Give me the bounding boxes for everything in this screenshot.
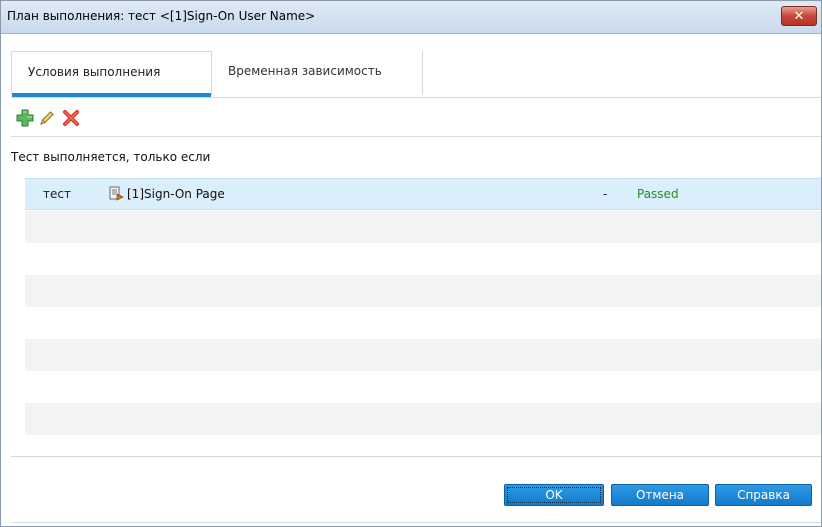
footer-divider	[11, 456, 821, 457]
add-condition-button[interactable]	[15, 108, 35, 128]
condition-row[interactable]: тест [1]Sign-On Page - Passed	[25, 178, 821, 210]
empty-row	[25, 243, 821, 275]
plus-icon	[16, 109, 34, 127]
bottom-divider	[11, 522, 821, 523]
edit-condition-button[interactable]	[37, 108, 57, 128]
empty-row	[25, 275, 821, 307]
test-instance-icon	[109, 186, 125, 205]
conditions-caption: Тест выполняется, только если	[11, 150, 211, 164]
tab-time-dependency[interactable]: Временная зависимость	[211, 51, 423, 95]
empty-row	[25, 403, 821, 435]
empty-row	[25, 371, 821, 403]
condition-target: [1]Sign-On Page	[127, 187, 225, 201]
window-title: План выполнения: тест <[1]Sign-On User N…	[7, 9, 316, 23]
tab-execution-conditions[interactable]: Условия выполнения	[11, 51, 211, 97]
delete-condition-button[interactable]	[61, 108, 81, 128]
run-schedule-dialog: План выполнения: тест <[1]Sign-On User N…	[0, 0, 822, 527]
delete-x-icon	[63, 110, 79, 126]
tab-bar: Условия выполнения Временная зависимость	[11, 51, 821, 98]
toolbar	[11, 102, 821, 137]
help-button[interactable]: Справка	[715, 484, 812, 506]
close-button[interactable]: ✕	[781, 6, 817, 26]
empty-row	[25, 339, 821, 371]
conditions-grid: тест [1]Sign-On Page - Passed	[11, 178, 821, 456]
empty-row	[25, 211, 821, 243]
pencil-icon	[40, 111, 54, 125]
condition-status: Passed	[637, 187, 679, 201]
condition-separator: -	[603, 187, 608, 201]
condition-test-name: тест	[43, 187, 71, 201]
cancel-button[interactable]: Отмена	[611, 484, 709, 506]
title-bar[interactable]: План выполнения: тест <[1]Sign-On User N…	[1, 1, 821, 34]
ok-button[interactable]: OK	[504, 484, 604, 506]
empty-row	[25, 307, 821, 339]
close-icon: ✕	[793, 9, 805, 24]
